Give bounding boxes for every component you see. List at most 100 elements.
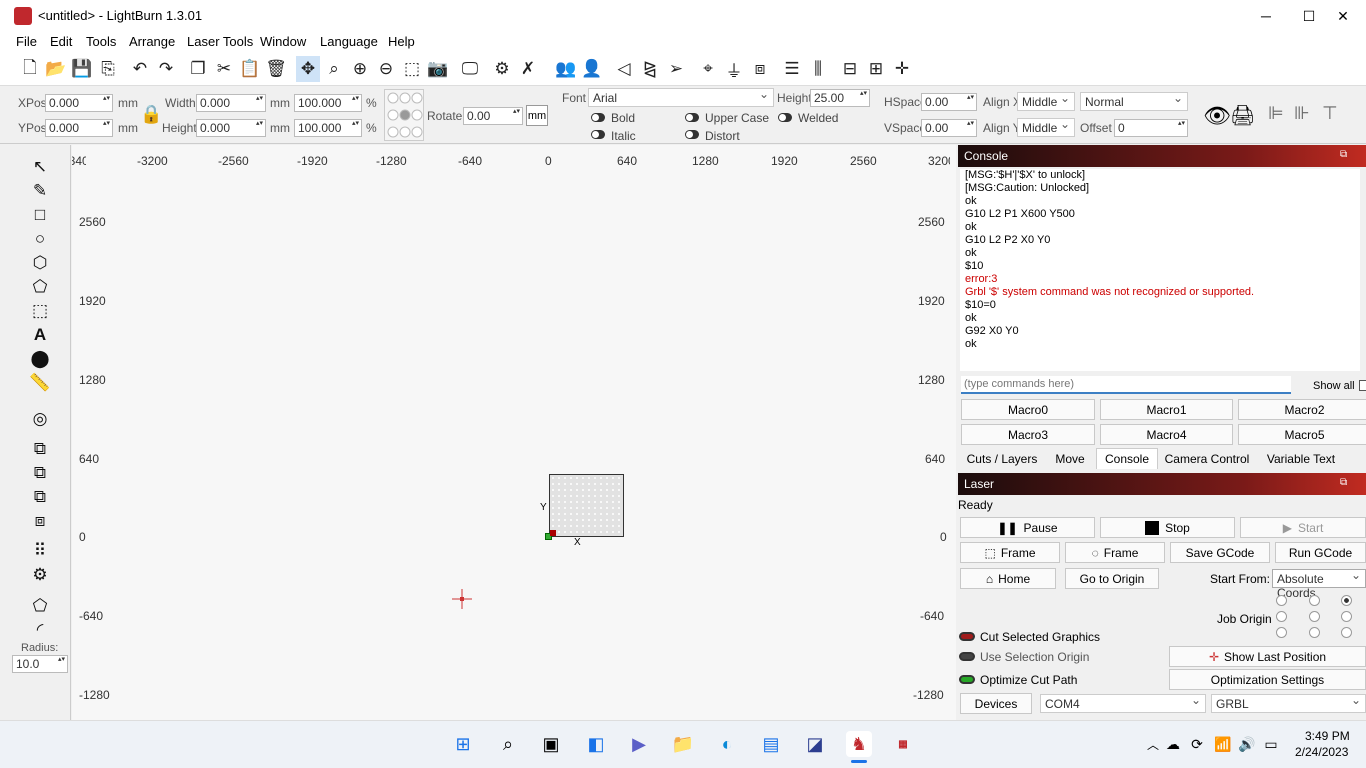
dock-icon[interactable]: ⊟: [838, 56, 862, 82]
offset-shapes-icon[interactable]: ◎: [28, 408, 52, 430]
edit-nodes-icon[interactable]: ⬠: [28, 276, 52, 298]
job-origin-radio[interactable]: [1309, 627, 1320, 638]
text-tool-icon[interactable]: A: [28, 324, 52, 346]
dock-controls-2-icon[interactable]: ⊪: [1294, 103, 1310, 124]
tab-cuts-layers[interactable]: Cuts / Layers: [960, 448, 1044, 469]
zoom-out-icon[interactable]: ⊖: [374, 56, 398, 82]
lightburn-taskbar-icon[interactable]: ♞: [846, 731, 872, 757]
circular-array-icon[interactable]: ⚙: [28, 564, 52, 586]
start-from-select[interactable]: Absolute Coords: [1272, 568, 1366, 600]
macro3-button[interactable]: Macro3: [961, 424, 1095, 445]
frame-circle-button[interactable]: ◌ Frame: [1065, 542, 1165, 563]
pause-button[interactable]: ❚❚ Pause: [960, 517, 1095, 538]
dock-grid-icon[interactable]: ⊞: [864, 56, 888, 82]
onedrive-icon[interactable]: ☁: [1160, 731, 1186, 757]
upper-case-toggle[interactable]: [685, 113, 699, 122]
xpos-input[interactable]: 0.000: [45, 94, 113, 112]
menu-edit[interactable]: Edit: [50, 34, 72, 49]
close-button[interactable]: ✕: [1320, 0, 1366, 32]
zoom-in-icon[interactable]: ⊕: [348, 56, 372, 82]
corner-tool-icon[interactable]: ⬠: [28, 595, 52, 617]
distribute-icon[interactable]: ⧈: [748, 56, 772, 82]
menu-tools[interactable]: Tools: [86, 34, 116, 49]
lock-icon[interactable]: 🔒: [140, 104, 162, 125]
boolean-subtract-icon[interactable]: ⧉: [28, 462, 52, 484]
frame-rect-button[interactable]: ⬚ Frame: [960, 542, 1060, 563]
float-panel-icon[interactable]: ⧉: [1340, 149, 1347, 160]
paste-icon[interactable]: 📋: [238, 56, 262, 82]
grbl-taskbar-icon[interactable]: ▦: [890, 731, 916, 757]
macro0-button[interactable]: Macro0: [961, 399, 1095, 420]
laser-float-panel-icon[interactable]: ⧉: [1340, 477, 1347, 488]
copy-icon[interactable]: ❐: [186, 56, 210, 82]
run-gcode-button[interactable]: Run GCode: [1275, 542, 1366, 563]
tab-move[interactable]: Move: [1046, 448, 1094, 469]
open-file-icon[interactable]: 📂: [44, 56, 68, 82]
grid-icon[interactable]: ✛: [890, 56, 914, 82]
job-origin-radio[interactable]: [1341, 627, 1352, 638]
volume-icon[interactable]: 🔊: [1234, 731, 1260, 757]
delete-icon[interactable]: 🗑: [264, 56, 288, 82]
menu-file[interactable]: File: [16, 34, 37, 49]
align-x-select[interactable]: Middle: [1017, 91, 1075, 111]
cut-icon[interactable]: ✂: [212, 56, 236, 82]
scale-height-input[interactable]: 100.000: [294, 119, 362, 137]
menu-arrange[interactable]: Arrange: [129, 34, 175, 49]
redo-icon[interactable]: ↷: [154, 56, 178, 82]
scale-width-input[interactable]: 100.000: [294, 94, 362, 112]
flip-h-icon[interactable]: ◁: [612, 56, 636, 82]
camera-icon[interactable]: 📷: [426, 56, 450, 82]
tab-console[interactable]: Console: [1096, 448, 1158, 469]
save-gcode-button[interactable]: Save GCode: [1170, 542, 1270, 563]
battery-icon[interactable]: ▭: [1258, 731, 1284, 757]
menu-window[interactable]: Window: [260, 34, 306, 49]
boolean-intersect-icon[interactable]: ⧉: [28, 486, 52, 508]
stop-button[interactable]: Stop: [1100, 517, 1235, 538]
text-style-select[interactable]: Normal: [1080, 91, 1188, 111]
zoom-fit-icon[interactable]: ⌕: [322, 56, 346, 82]
rectangle-icon[interactable]: □: [28, 204, 52, 226]
laser-machine-icon[interactable]: 🖨: [1230, 103, 1255, 128]
distort-toggle[interactable]: [685, 130, 699, 139]
target-icon[interactable]: ⌖: [696, 56, 720, 82]
start-button[interactable]: ▶ Start: [1240, 517, 1366, 538]
welded-toggle[interactable]: [778, 113, 792, 122]
show-last-position-button[interactable]: ✛ Show Last Position: [1169, 646, 1366, 667]
ungroup-icon[interactable]: 👤: [580, 56, 604, 82]
height-input[interactable]: 0.000: [196, 119, 266, 137]
controller-select[interactable]: GRBL: [1211, 693, 1366, 713]
boolean-union-icon[interactable]: ⧉: [28, 438, 52, 460]
use-selection-origin-toggle[interactable]: [959, 652, 975, 661]
dock-controls-icon[interactable]: ⊫: [1268, 103, 1284, 124]
radius-input[interactable]: 10.0: [12, 655, 68, 673]
optimize-cut-path-toggle[interactable]: [959, 675, 975, 684]
save-icon[interactable]: 💾: [70, 56, 94, 82]
wifi-icon[interactable]: 📶: [1210, 731, 1236, 757]
machine-settings-icon[interactable]: ✗: [516, 56, 540, 82]
store-icon[interactable]: ▤: [758, 731, 784, 757]
macro4-button[interactable]: Macro4: [1100, 424, 1233, 445]
origin-selector[interactable]: [384, 89, 424, 141]
vspace-input[interactable]: 0.00: [921, 119, 977, 137]
task-view-icon[interactable]: ▣: [538, 731, 564, 757]
menu-language[interactable]: Language: [320, 34, 378, 49]
send-icon[interactable]: ➢: [664, 56, 688, 82]
macro2-button[interactable]: Macro2: [1238, 399, 1366, 420]
new-file-icon[interactable]: 🗋: [18, 56, 42, 82]
tab-variable-text[interactable]: Variable Text: [1256, 448, 1346, 469]
align-y-select[interactable]: Middle: [1017, 117, 1075, 137]
monitor-icon[interactable]: 🖵: [458, 56, 482, 82]
job-origin-radio-selected[interactable]: [1341, 595, 1352, 606]
devices-button[interactable]: Devices: [960, 693, 1032, 714]
job-origin-radio[interactable]: [1309, 611, 1320, 622]
job-origin-radio[interactable]: [1276, 627, 1287, 638]
start-menu-icon[interactable]: ⊞: [450, 731, 476, 757]
menu-laser-tools[interactable]: Laser Tools: [187, 34, 253, 49]
chat-icon[interactable]: ▶: [626, 731, 652, 757]
edge-browser-icon[interactable]: ◐: [714, 731, 740, 757]
width-input[interactable]: 0.000: [196, 94, 266, 112]
macro5-button[interactable]: Macro5: [1238, 424, 1366, 445]
show-all-checkbox[interactable]: [1359, 380, 1366, 391]
sync-icon[interactable]: ⟳: [1184, 731, 1210, 757]
fillet-tool-icon[interactable]: ◜: [28, 619, 52, 641]
